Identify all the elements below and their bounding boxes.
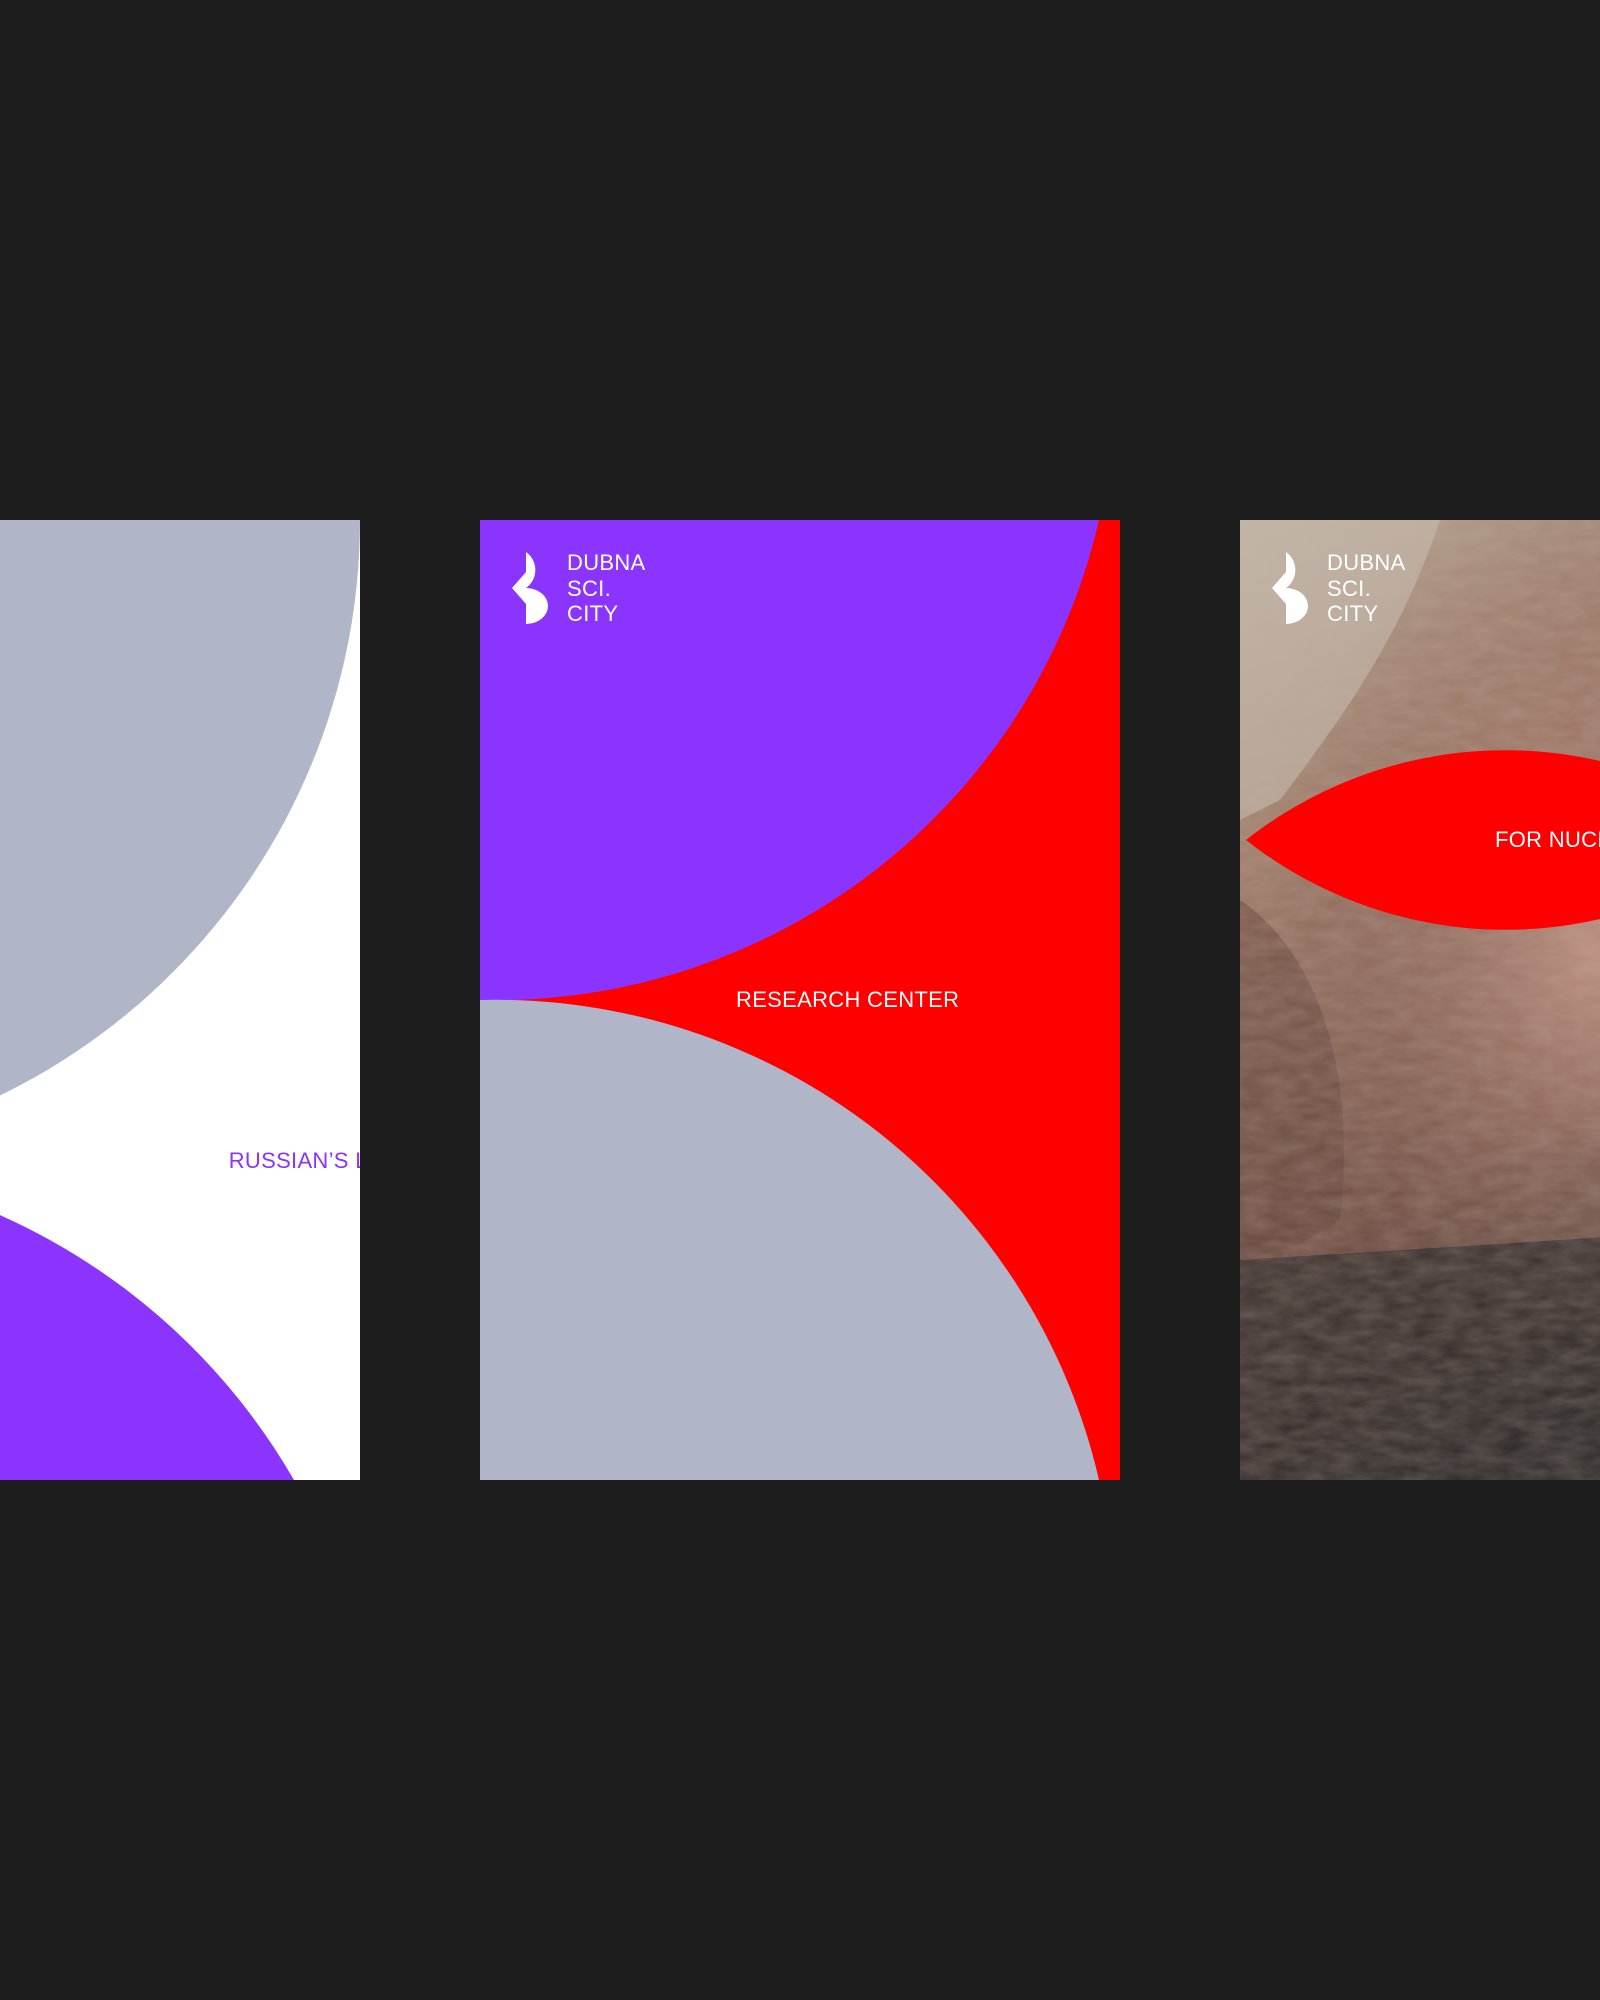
logo-line-city: CITY [1327,601,1379,626]
showcase-stage: RUSSIAN’S LARGEST DUBNA SCI. CITY RESEAR… [0,0,1600,2000]
poster-center-headline: RESEARCH CENTER [736,987,960,1012]
logo-line-city: CITY [567,601,619,626]
logo-line-sci: SCI. [567,575,611,601]
dubna-logo-icon [512,552,548,624]
poster-right-artwork [1240,520,1600,1480]
logo-line-dubna: DUBNA [1327,550,1406,575]
poster-right-logo: DUBNA SCI. CITY [1272,550,1406,627]
poster-left: RUSSIAN’S LARGEST [0,520,360,1480]
poster-center-logo: DUBNA SCI. CITY [512,550,646,627]
poster-right: DUBNA SCI. CITY FOR NUCLEAR [1240,520,1600,1480]
poster-center: DUBNA SCI. CITY RESEARCH CENTER [480,520,1120,1480]
logo-line-sci: SCI. [1327,575,1371,601]
poster-left-artwork [0,520,360,1480]
logo-line-dubna: DUBNA [567,550,646,575]
dubna-logo-icon [1272,552,1308,624]
poster-left-headline: RUSSIAN’S LARGEST [228,1148,360,1173]
poster-right-headline: FOR NUCLEAR [1495,827,1600,852]
poster-right-logo-text: DUBNA SCI. CITY [1327,550,1406,627]
poster-center-logo-text: DUBNA SCI. CITY [567,550,646,627]
